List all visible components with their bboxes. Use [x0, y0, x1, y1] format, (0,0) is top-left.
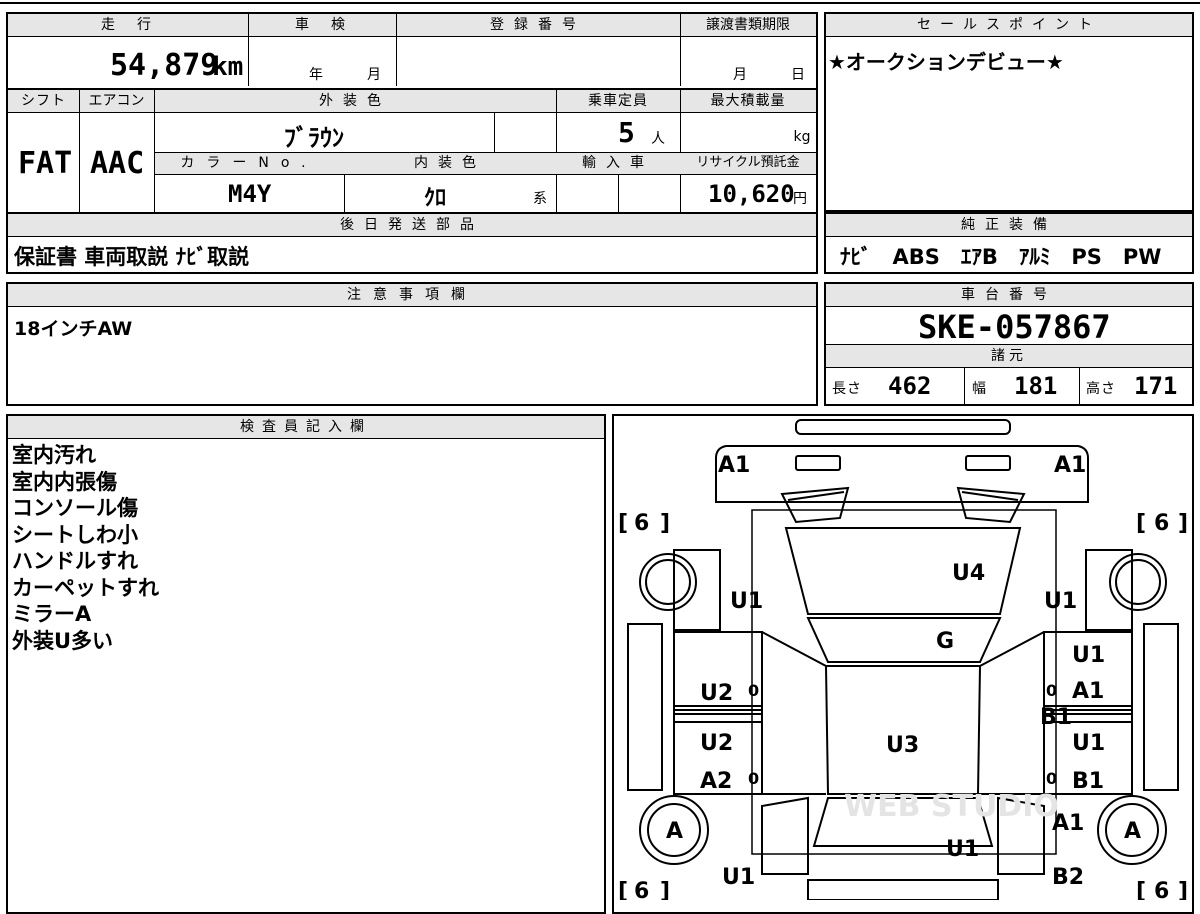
svg-text:]: ]: [1178, 879, 1188, 900]
mark-front-right: A1: [1054, 453, 1086, 478]
mark-front-left: A1: [718, 453, 750, 478]
mark-door-rear-right-2: B1: [1072, 769, 1104, 794]
recycle-label: リサイクル預託金: [696, 155, 800, 170]
chassis-label: 車台番号: [961, 287, 1057, 303]
transfer-day: 日: [791, 67, 809, 83]
import-label: 輸入車: [582, 155, 654, 171]
note-item: ミラーA: [12, 602, 92, 626]
mark-door-rear-left: U2: [700, 731, 733, 756]
mark-wheel-rear-left: A: [666, 819, 683, 844]
tag-door-rear-right: 0: [1046, 769, 1057, 788]
interior-color-value: ｸﾛ: [424, 186, 447, 211]
color-no-value: M4Y: [228, 180, 272, 208]
inspection-month: 月: [367, 67, 385, 83]
height-value: 171: [1134, 372, 1178, 400]
width-label: 幅: [972, 381, 990, 397]
mileage-label: 走 行: [101, 17, 155, 33]
mark-door-rear-left-2: A2: [700, 769, 732, 794]
ac-label: エアコン: [88, 93, 145, 109]
note-item: 室内内張傷: [12, 469, 117, 494]
sales-point-box: [824, 12, 1194, 212]
mark-door-rear-right: U1: [1072, 731, 1105, 756]
mark-rear-left: U1: [722, 865, 755, 890]
mark-door-front-left: U2: [700, 681, 733, 706]
shift-label: シフト: [21, 93, 66, 109]
interior-suffix: 系: [533, 191, 551, 207]
tag-door-rear-left: 0: [748, 769, 759, 788]
sales-point-text: ★オークションデビュー★: [828, 50, 1064, 74]
note-item: カーペットすれ: [12, 575, 159, 600]
color-no-label: カラーNo.: [180, 155, 318, 171]
mark-hood: U4: [952, 561, 985, 586]
recycle-fee-value: 10,620: [708, 180, 795, 208]
svg-text:[: [: [1136, 879, 1146, 900]
capacity-label: 乗車定員: [588, 93, 648, 109]
car-diagram: [ 6 ] [ 6 ] [ 6 ] [ 6 ] A1 A1 U4 U1 U1 G…: [618, 419, 1188, 900]
mark-door-front-right-3: B1: [1040, 705, 1072, 730]
exterior-color-value: ﾌﾞﾗｳﾝ: [284, 124, 344, 152]
svg-text:]: ]: [1178, 511, 1188, 536]
note-item: コンソール傷: [12, 496, 138, 520]
inspection-label: 車 検: [295, 17, 349, 33]
height-label: 高さ: [1086, 381, 1116, 397]
caution-label: 注意事項欄: [347, 287, 477, 303]
svg-text:[: [: [1136, 511, 1146, 536]
transfer-deadline-label: 譲渡書類期限: [706, 17, 790, 33]
max-load-label: 最大積載量: [710, 93, 786, 109]
svg-text:[: [: [618, 879, 628, 900]
note-item: ハンドルすれ: [12, 549, 138, 573]
top-strip: [0, 0, 1200, 4]
tire-rear-right: 6: [1154, 879, 1169, 900]
spec-label: 諸元: [991, 348, 1027, 364]
mark-roof: U3: [886, 733, 919, 758]
mark-windshield: G: [936, 629, 954, 654]
note-item: シートしわ小: [12, 522, 138, 547]
length-value: 462: [888, 372, 932, 400]
watermark: WEB STUDIO: [844, 789, 1059, 824]
mark-door-front-right: U1: [1072, 643, 1105, 668]
load-unit: kg: [793, 129, 811, 145]
recycle-unit: 円: [793, 191, 811, 207]
inspector-label: 検査員記入欄: [240, 419, 372, 435]
mileage-unit: km: [212, 52, 244, 82]
interior-color-label: 内装色: [414, 155, 486, 171]
chassis-number: SKE-057867: [918, 308, 1111, 346]
note-item: 室内汚れ: [12, 443, 96, 467]
caution-text: 18インチAW: [14, 318, 133, 340]
tag-door-front-left: 0: [748, 681, 759, 700]
inspector-notes: 室内汚れ 室内内張傷 コンソール傷 シートしわ小 ハンドルすれ カーペットすれ …: [12, 442, 159, 654]
mark-door-front-right-2: A1: [1072, 679, 1104, 704]
mark-wheel-rear-right: A: [1124, 819, 1141, 844]
capacity-value: 5: [618, 116, 635, 149]
mark-fender-left: U1: [730, 589, 763, 614]
equipment-items: ﾅﾋﾞ ABS ｴｱB ｱﾙﾐ PS PW: [840, 245, 1162, 269]
equipment-label: 純正装備: [961, 217, 1057, 233]
note-item: 外装U多い: [12, 628, 114, 653]
tag-door-front-right: 0: [1046, 681, 1057, 700]
svg-text:[: [: [618, 511, 628, 536]
mark-rear: U1: [946, 837, 979, 862]
mark-rear-right: B2: [1052, 865, 1084, 890]
capacity-unit: 人: [651, 131, 669, 147]
later-shipping-label: 後日発送部品: [340, 217, 484, 233]
width-value: 181: [1014, 372, 1058, 400]
later-shipping-items: 保証書 車両取説 ﾅﾋﾞ取説: [14, 245, 250, 269]
mileage-value: 54,879: [110, 48, 219, 83]
exterior-color-label: 外装色: [319, 93, 391, 109]
transfer-month: 月: [733, 67, 751, 83]
sales-point-label: セールスポイント: [917, 17, 1101, 33]
length-label: 長さ: [832, 381, 862, 397]
svg-text:]: ]: [660, 511, 670, 536]
svg-text:]: ]: [660, 879, 670, 900]
inspection-year: 年: [309, 67, 327, 83]
tire-front-left: 6: [634, 511, 649, 536]
tire-front-right: 6: [1154, 511, 1169, 536]
ac-value: AAC: [90, 146, 145, 181]
registration-label: 登録番号: [490, 17, 586, 33]
mark-fender-right: U1: [1044, 589, 1077, 614]
tire-rear-left: 6: [634, 879, 649, 900]
shift-value: FAT: [18, 146, 73, 181]
